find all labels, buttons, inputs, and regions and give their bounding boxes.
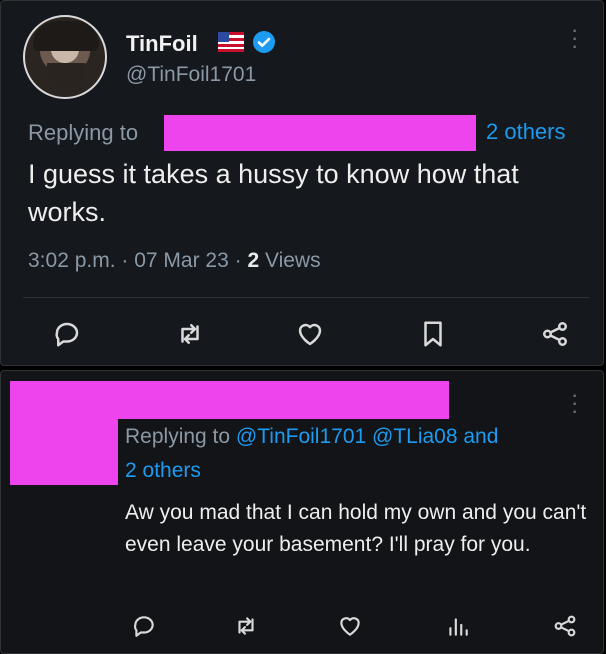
like-icon[interactable] xyxy=(337,613,363,639)
display-name[interactable]: TinFoil xyxy=(126,31,198,57)
retweet-icon[interactable] xyxy=(233,613,259,639)
verified-badge-icon xyxy=(252,30,276,54)
replying-to-label: Replying to xyxy=(125,425,236,448)
share-icon[interactable] xyxy=(540,319,570,349)
tweet-meta: 3:02 p.m. · 07 Mar 23 · 2 Views xyxy=(28,249,321,273)
mention-tinfoil[interactable]: @TinFoil1701 xyxy=(236,425,366,448)
like-icon[interactable] xyxy=(295,319,325,349)
bookmark-icon[interactable] xyxy=(418,319,448,349)
others-link[interactable]: 2 others xyxy=(486,119,566,145)
avatar[interactable] xyxy=(23,15,107,99)
tweet-card-main[interactable]: TinFoil @TinFoil1701 · · · Replying to 2 o… xyxy=(0,0,604,366)
tweet-text: Aw you mad that I can hold my own and yo… xyxy=(125,501,587,556)
views-label: Views xyxy=(259,249,321,272)
replying-to-line: Replying to @TinFoil1701 @TLia08 and xyxy=(125,425,498,449)
timestamp[interactable]: 3:02 p.m. · 07 Mar 23 · xyxy=(28,249,247,272)
reply-icon[interactable] xyxy=(52,319,82,349)
avatar-hair xyxy=(33,21,99,51)
avatar-beard xyxy=(47,63,85,89)
redacted-usernames xyxy=(164,115,476,151)
us-flag-icon xyxy=(218,32,244,52)
mention-tlia08[interactable]: @TLia08 and xyxy=(366,425,498,448)
retweet-icon[interactable] xyxy=(175,319,205,349)
replying-to-label: Replying to xyxy=(28,120,139,145)
tweet-text: I guess it takes a hussy to know how tha… xyxy=(28,159,519,227)
reply-icon[interactable] xyxy=(131,613,157,639)
more-options-icon[interactable]: · · · xyxy=(571,19,578,57)
analytics-icon[interactable] xyxy=(445,613,471,639)
share-icon[interactable] xyxy=(552,613,578,639)
user-handle[interactable]: @TinFoil1701 xyxy=(126,63,256,87)
redacted-name xyxy=(118,381,449,419)
views-count: 2 xyxy=(247,249,260,272)
more-options-icon[interactable]: · · · xyxy=(571,384,578,422)
divider xyxy=(23,297,589,298)
redacted-avatar xyxy=(10,381,118,485)
others-link[interactable]: 2 others xyxy=(125,459,201,483)
